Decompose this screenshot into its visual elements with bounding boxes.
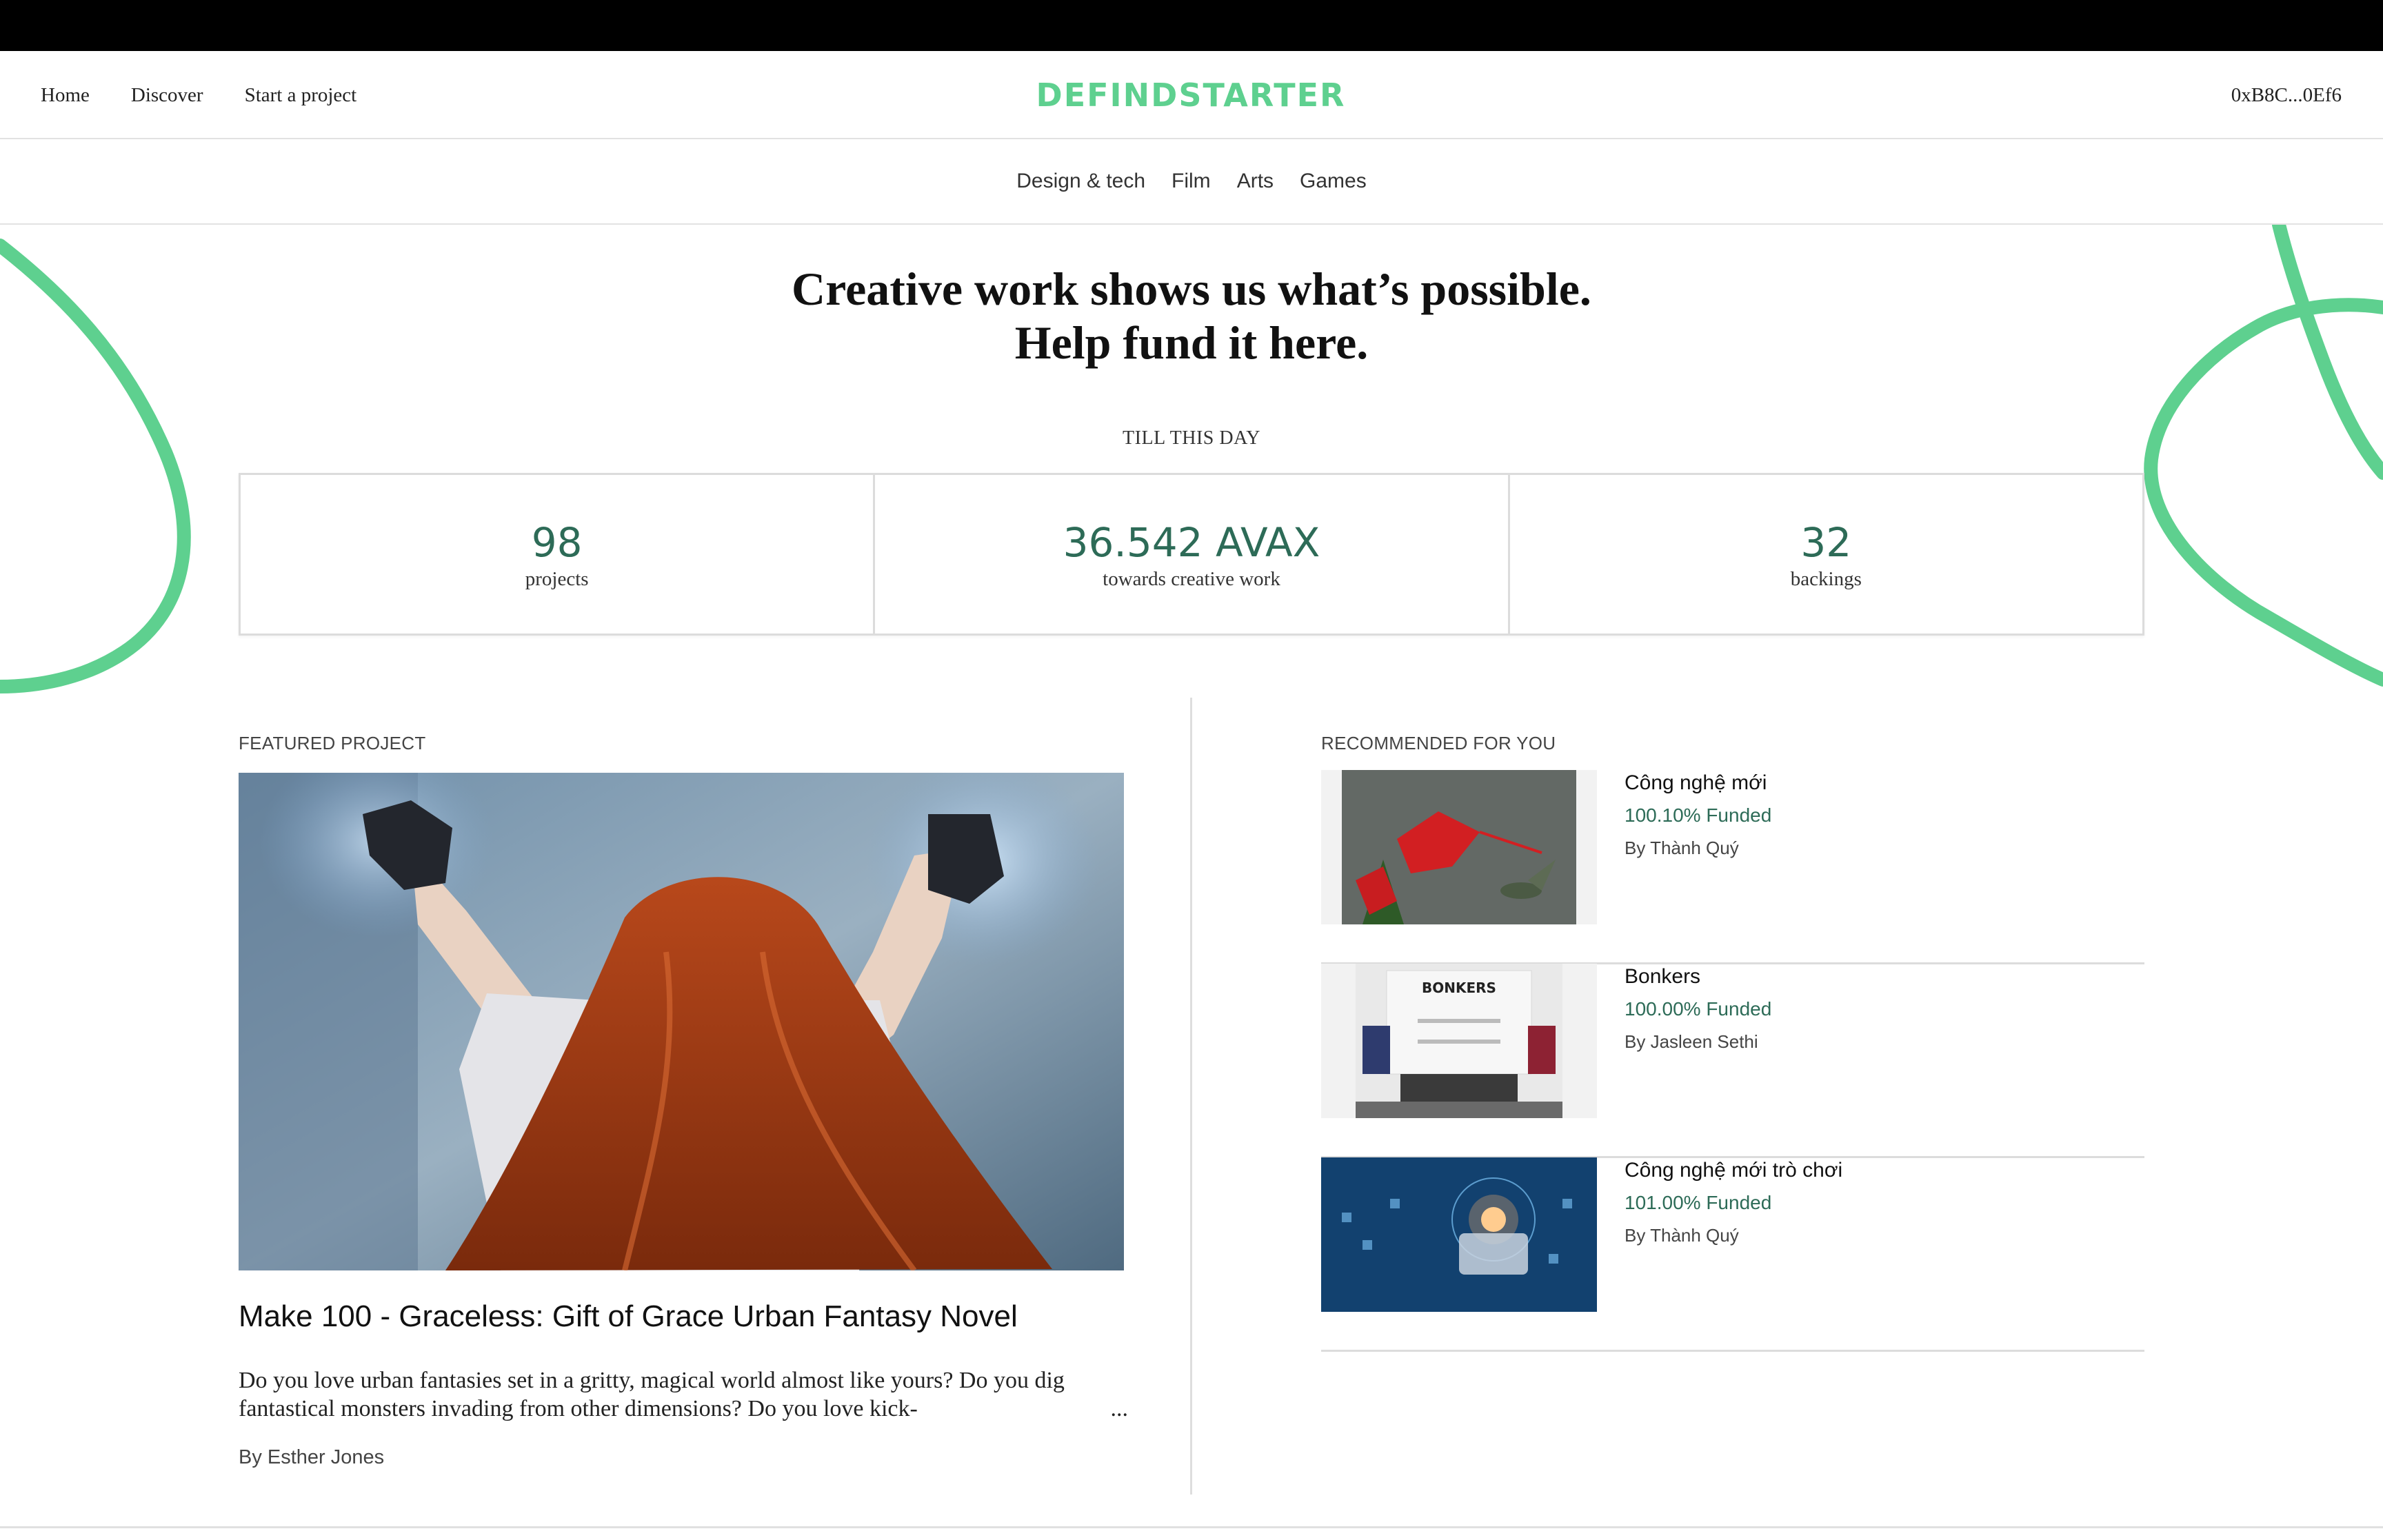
system-top-bar (0, 0, 2383, 51)
category-film[interactable]: Film (1172, 170, 1211, 193)
category-arts[interactable]: Arts (1237, 170, 1274, 193)
category-bar: Design & tech Film Arts Games (0, 139, 2383, 225)
featured-project-author: By Esther Jones (239, 1446, 385, 1468)
main-navigation: Home Discover Start a project DEFINDSTAR… (0, 51, 2383, 139)
nav-start-project-link[interactable]: Start a project (245, 84, 357, 107)
recommended-thumbnail-hummingbird (1321, 770, 1597, 924)
nav-home-link[interactable]: Home (41, 84, 90, 107)
stat-backings: 32 backings (1510, 475, 2142, 634)
featured-description-ellipsis: ... (1110, 1396, 1129, 1421)
hero-heading: Creative work shows us what’s possible. … (0, 262, 2383, 369)
featured-project-title[interactable]: Make 100 - Graceless: Gift of Grace Urba… (239, 1299, 1135, 1334)
recommended-item[interactable]: BONKERS Bonkers 100.00% Funded By Jaslee… (1321, 964, 2144, 1158)
stat-label: towards creative work (1103, 567, 1280, 590)
stats-heading: TILL THIS DAY (1123, 427, 1260, 449)
recommended-item-author: By Jasleen Sethi (1625, 1031, 1758, 1052)
nav-links: Home Discover Start a project (41, 51, 356, 139)
category-games[interactable]: Games (1300, 170, 1367, 193)
featured-project-image[interactable] (239, 773, 1124, 1270)
hero-line-1: Creative work shows us what’s possible. (792, 263, 1591, 315)
footer-divider (0, 1526, 2383, 1528)
stat-funding: 36.542 AVAX towards creative work (875, 475, 1510, 634)
stats-panel: 98 projects 36.542 AVAX towards creative… (239, 473, 2144, 636)
featured-project-description: Do you love urban fantasies set in a gri… (239, 1366, 1128, 1423)
recommended-item-title: Công nghệ mới (1625, 771, 1767, 794)
recommended-item-title: Bonkers (1625, 965, 1701, 988)
featured-description-text: Do you love urban fantasies set in a gri… (239, 1368, 1065, 1421)
store-sign-text: BONKERS (1422, 980, 1496, 996)
recommended-thumbnail-store: BONKERS (1321, 964, 1597, 1118)
category-design-tech[interactable]: Design & tech (1016, 170, 1145, 193)
recommended-item[interactable]: Công nghệ mới 100.10% Funded By Thành Qu… (1321, 770, 2144, 964)
recommended-section-label: RECOMMENDED FOR YOU (1321, 733, 1556, 753)
wallet-address-button[interactable]: 0xB8C...0Ef6 (2231, 51, 2342, 139)
recommended-item-author: By Thành Quý (1625, 1225, 1739, 1246)
recommended-item-funded: 100.00% Funded (1625, 998, 1772, 1020)
stat-value: 36.542 AVAX (1063, 518, 1320, 566)
recommended-item[interactable]: Công nghệ mới trò chơi 101.00% Funded By… (1321, 1157, 2144, 1352)
stat-value: 32 (1800, 518, 1852, 566)
stat-value: 98 (531, 518, 583, 566)
recommended-thumbnail-tech (1321, 1157, 1597, 1312)
stat-projects: 98 projects (241, 475, 876, 634)
hero-line-2: Help fund it here. (1014, 316, 1369, 369)
recommended-item-funded: 100.10% Funded (1625, 804, 1772, 826)
site-logo[interactable]: DEFINDSTARTER (1012, 77, 1370, 114)
stat-label: backings (1790, 567, 1862, 590)
stat-label: projects (525, 567, 589, 590)
recommended-item-author: By Thành Quý (1625, 838, 1739, 858)
recommended-item-funded: 101.00% Funded (1625, 1192, 1772, 1213)
recommended-item-title: Công nghệ mới trò chơi (1625, 1159, 1843, 1182)
nav-discover-link[interactable]: Discover (131, 84, 203, 107)
column-divider (1190, 698, 1192, 1495)
featured-section-label: FEATURED PROJECT (239, 733, 426, 753)
